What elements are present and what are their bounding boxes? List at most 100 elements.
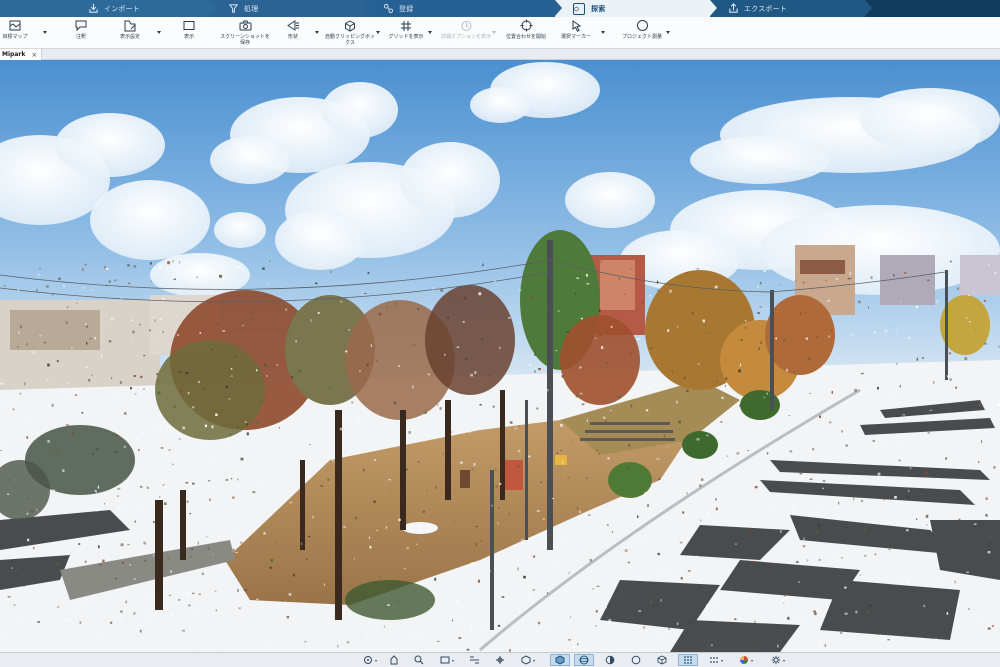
point-speck [424, 411, 427, 414]
point-speck [482, 629, 486, 631]
point-cloud-viewport[interactable] [0, 60, 1000, 652]
point-speck [221, 515, 223, 517]
point-speck [489, 316, 492, 319]
cube-top-dropdown[interactable] [533, 660, 535, 662]
settings-dropdown[interactable] [783, 660, 785, 662]
auto-clipping-box-tool[interactable]: 自動クリッピングボックス [324, 19, 376, 47]
point-speck [459, 622, 462, 624]
half-circle-button[interactable] [600, 654, 620, 666]
point-speck [854, 388, 857, 392]
point-speck [78, 602, 81, 605]
point-speck [774, 335, 777, 338]
target-map-dropdown[interactable] [43, 31, 47, 34]
point-speck [814, 612, 817, 616]
point-speck [696, 438, 700, 441]
point-speck [95, 448, 99, 450]
cube-outline-button[interactable] [652, 654, 672, 666]
shape-dropdown[interactable] [315, 31, 319, 34]
fit-view-button[interactable] [464, 654, 484, 666]
sphere-view-button[interactable] [574, 654, 594, 666]
point-speck [909, 467, 912, 470]
project-survey-dropdown[interactable] [666, 31, 670, 34]
shape-tool[interactable]: 形状 [278, 19, 308, 47]
detail-options-tool[interactable]: 詳細オプションを表示 [440, 19, 492, 47]
point-speck [978, 461, 980, 463]
document-tab[interactable]: Mipark × [0, 49, 43, 60]
step-explore[interactable]: 探索 [554, 0, 717, 17]
project-survey-tool[interactable]: プロジェクト測量 [614, 19, 670, 47]
view-tool[interactable]: 表示 [176, 19, 202, 47]
point-speck [667, 329, 670, 332]
target-map-tool[interactable]: 目標マップ [0, 19, 30, 47]
close-icon[interactable]: × [31, 51, 37, 59]
dots-button[interactable] [704, 654, 724, 666]
show-grid-tool[interactable]: グリッドを表示 [384, 19, 428, 47]
fit-view-icon [469, 656, 479, 664]
point-speck [945, 457, 948, 460]
point-speck [993, 466, 996, 469]
point-speck [913, 438, 916, 441]
annotation-tool[interactable]: 注釈 [66, 19, 96, 47]
save-screenshot-tool[interactable]: スクリーンショットを保存 [220, 19, 270, 47]
point-speck [120, 543, 124, 547]
step-process[interactable]: 処理 [210, 0, 372, 17]
point-speck [760, 281, 762, 285]
grid-dots-button[interactable] [678, 654, 698, 666]
point-speck [628, 444, 630, 447]
point-speck [490, 504, 493, 507]
point-speck [163, 502, 167, 505]
point-speck [808, 357, 811, 360]
show-grid-dropdown[interactable] [428, 31, 432, 34]
point-speck [521, 538, 524, 542]
step-export[interactable]: エクスポート [710, 0, 872, 17]
point-speck [65, 618, 68, 622]
point-speck [556, 334, 559, 338]
point-speck [139, 553, 142, 555]
point-speck [477, 579, 480, 583]
point-speck [513, 612, 517, 614]
step-register[interactable]: 登録 [365, 0, 562, 17]
detail-options-dropdown[interactable] [492, 31, 496, 34]
start-alignment-tool[interactable]: 位置合わせを開始 [500, 19, 552, 47]
color-wheel-button[interactable] [734, 654, 754, 666]
point-speck [958, 518, 961, 522]
display-settings-dropdown[interactable] [157, 31, 161, 34]
zoom-button[interactable] [409, 654, 429, 666]
step-bar-filler [865, 0, 1000, 17]
screen-dropdown[interactable] [452, 660, 454, 662]
point-speck [112, 388, 114, 390]
point-speck [12, 408, 15, 411]
orbit-button[interactable] [358, 654, 378, 666]
point-speck [427, 373, 430, 376]
point-select-button[interactable] [490, 654, 510, 666]
point-speck [339, 427, 342, 431]
point-speck [957, 287, 959, 290]
point-speck [877, 472, 881, 476]
color-wheel-dropdown[interactable] [751, 660, 753, 662]
point-speck [936, 300, 939, 303]
point-speck [763, 396, 766, 399]
display-settings-tool[interactable]: 表示設定 [112, 19, 148, 47]
workflow-step-bar: インポート 処理 登録 探索 エクスポート [0, 0, 1000, 17]
point-speck [753, 560, 756, 564]
select-marker-tool[interactable]: 選択マーカー [552, 19, 600, 47]
cube-top-button[interactable] [516, 654, 536, 666]
select-marker-dropdown[interactable] [601, 31, 605, 34]
orbit-dropdown[interactable] [375, 660, 377, 662]
step-import[interactable]: インポート [0, 0, 217, 17]
point-speck [586, 283, 590, 285]
point-speck [906, 495, 910, 498]
auto-clipping-box-dropdown[interactable] [376, 31, 380, 34]
circle-button[interactable] [626, 654, 646, 666]
point-speck [89, 397, 91, 399]
point-speck [666, 446, 668, 449]
cube-view-button[interactable] [550, 654, 570, 666]
settings-button[interactable] [766, 654, 786, 666]
point-speck [366, 363, 369, 366]
pan-button[interactable] [384, 654, 404, 666]
point-speck [105, 284, 109, 287]
point-speck [24, 382, 26, 386]
point-speck [19, 392, 21, 395]
screen-button[interactable] [435, 654, 455, 666]
dots-dropdown[interactable] [721, 660, 723, 662]
